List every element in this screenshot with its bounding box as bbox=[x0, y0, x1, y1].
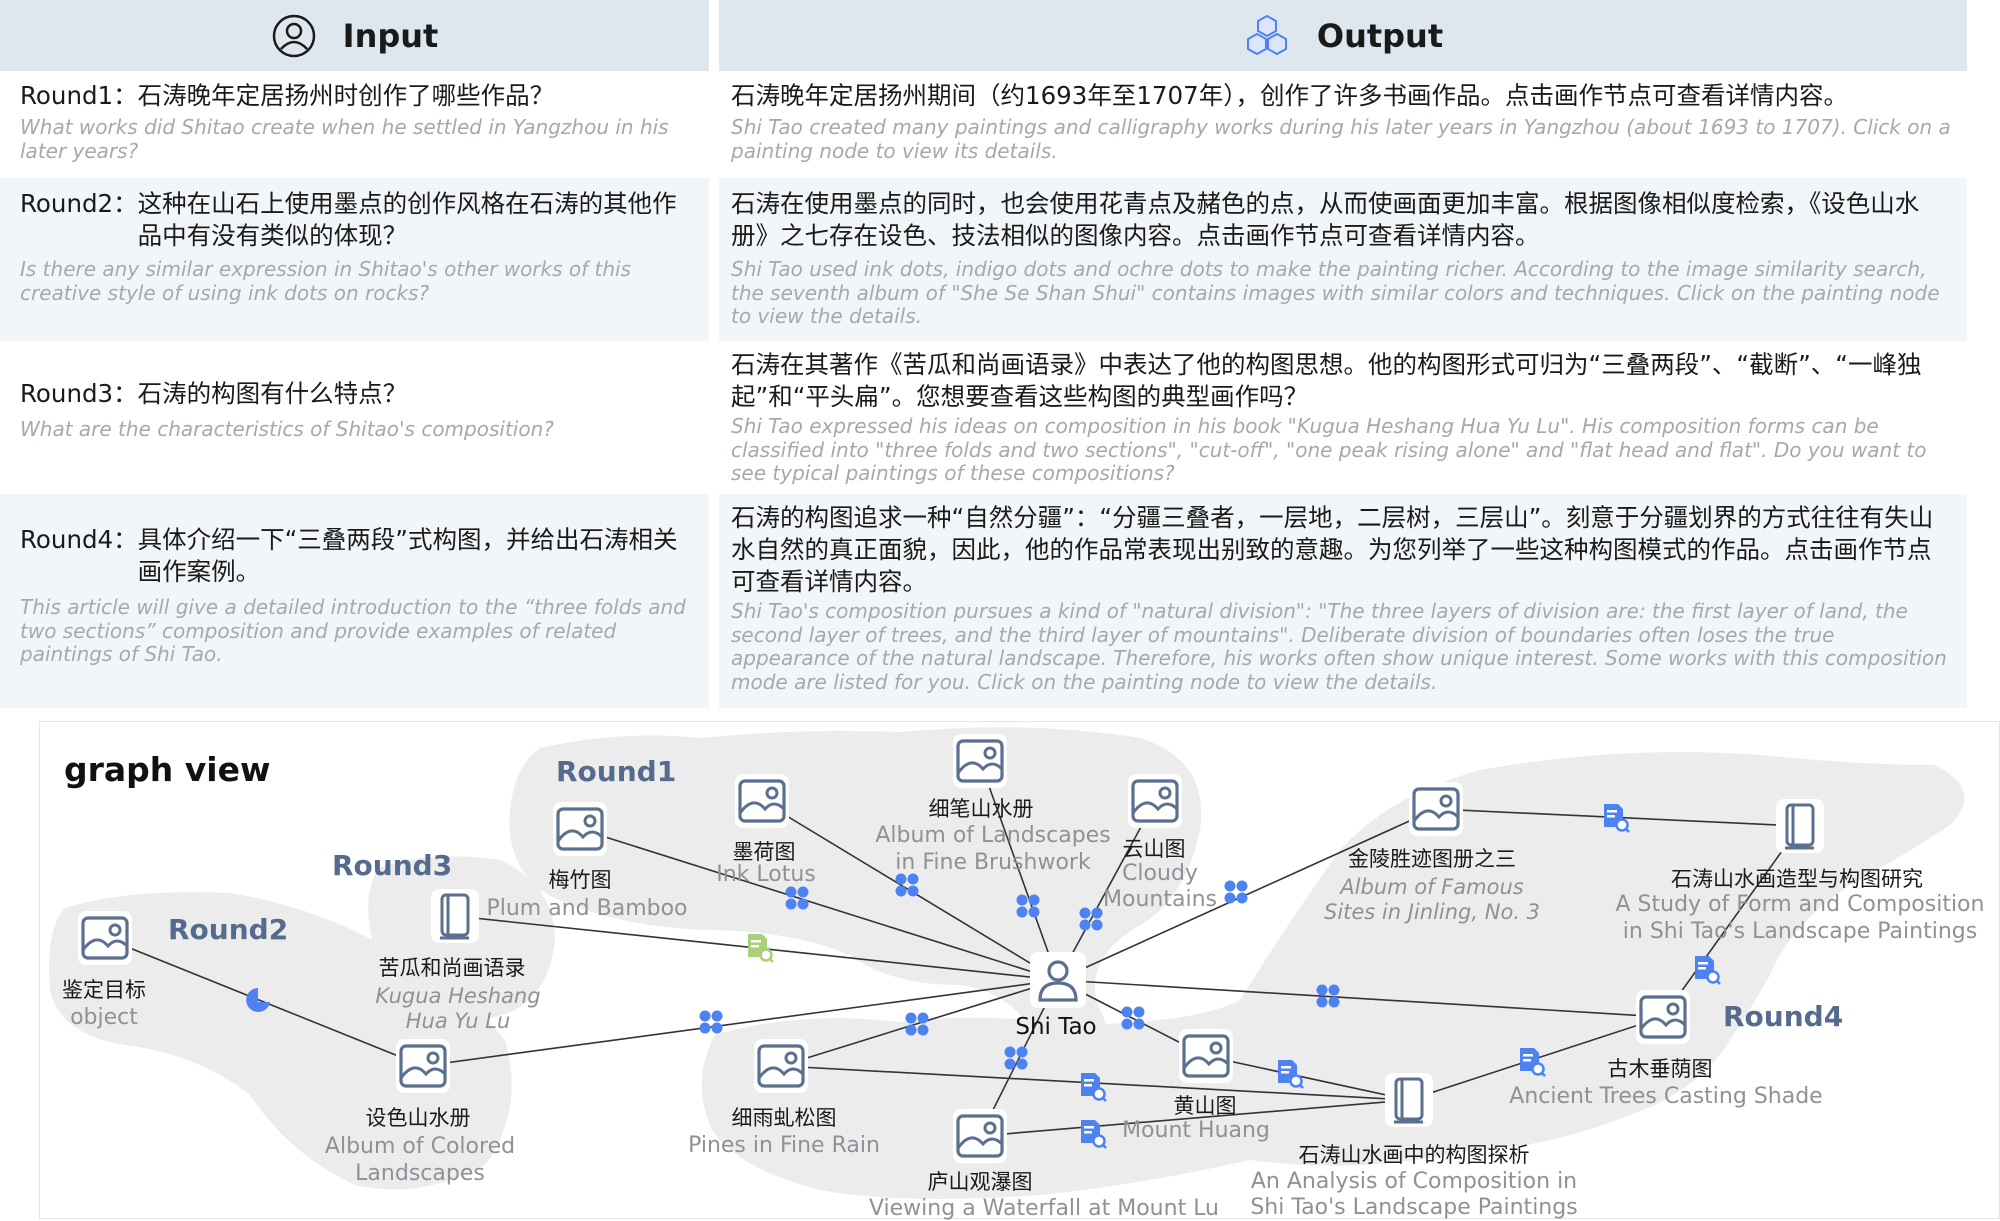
node-label-zh: 苦瓜和尚画语录 bbox=[379, 956, 526, 980]
painting-icon bbox=[551, 800, 609, 858]
node-label-zh: 鉴定目标 bbox=[62, 978, 146, 1002]
node-label-zh: 墨荷图 bbox=[733, 840, 796, 864]
node-label-en: Mountains bbox=[1103, 887, 1217, 912]
node-label-zh: 石涛山水画中的构图探析 bbox=[1299, 1143, 1530, 1167]
node-label-zh: 细笔山水册 bbox=[929, 797, 1034, 821]
node-label-en: in Fine Brushwork bbox=[895, 850, 1091, 875]
node-label-en: Album of Landscapes bbox=[875, 823, 1110, 848]
painting-icon bbox=[1407, 780, 1465, 838]
node-label-en: An Analysis of Composition in bbox=[1251, 1169, 1577, 1194]
node-label-en: Shi Tao's Landscape Paintings bbox=[1250, 1195, 1577, 1220]
node-label: Shi Tao bbox=[1015, 1014, 1096, 1040]
node-label-en: Cloudy bbox=[1122, 861, 1198, 886]
document-search-icon[interactable] bbox=[746, 932, 775, 964]
book-icon bbox=[1383, 1071, 1435, 1129]
knowledge-graph: Round1 Round2 Round3 Round4 Shi Tao 梅竹图 … bbox=[49, 727, 1985, 1221]
node-label-en: Kugua Heshang bbox=[375, 984, 540, 1008]
painting-icon bbox=[951, 732, 1009, 790]
person-icon bbox=[1028, 950, 1088, 1010]
node-label-en: Plum and Bamboo bbox=[486, 896, 687, 921]
painting-icon bbox=[1126, 772, 1184, 830]
node-label-en: Ancient Trees Casting Shade bbox=[1509, 1084, 1822, 1109]
graph-view-title: graph view bbox=[64, 750, 271, 789]
node-label-en: Mount Huang bbox=[1122, 1118, 1270, 1143]
node-label-zh: 金陵胜迹图册之三 bbox=[1348, 847, 1516, 871]
node-label-en: Album of Famous bbox=[1338, 875, 1523, 899]
book-icon bbox=[1774, 797, 1826, 855]
node-label-zh: 云山图 bbox=[1123, 837, 1186, 861]
node-label-en: Sites in Jinling, No. 3 bbox=[1324, 900, 1540, 924]
round4-label: Round4 bbox=[1723, 1000, 1843, 1033]
round3-label: Round3 bbox=[332, 849, 452, 882]
node-label-en: Ink Lotus bbox=[716, 862, 816, 887]
node-label-en: Landscapes bbox=[355, 1161, 485, 1186]
node-label-en: Pines in Fine Rain bbox=[688, 1133, 880, 1158]
painting-icon bbox=[76, 909, 134, 967]
node-label-zh: 石涛山水画造型与构图研究 bbox=[1671, 867, 1923, 891]
node-label-zh: 黄山图 bbox=[1174, 1094, 1237, 1118]
painting-icon bbox=[733, 772, 791, 830]
node-label-zh: 庐山观瀑图 bbox=[928, 1170, 1033, 1194]
node-label-en: A Study of Form and Composition bbox=[1616, 892, 1985, 917]
relation-icon[interactable] bbox=[699, 1010, 723, 1034]
node-label-zh: 梅竹图 bbox=[549, 868, 612, 892]
painting-icon bbox=[752, 1037, 810, 1095]
node-label-en: Album of Colored bbox=[325, 1134, 515, 1159]
node-label-zh: 设色山水册 bbox=[366, 1106, 471, 1130]
painting-icon bbox=[951, 1107, 1009, 1165]
node-label-zh: 古木垂荫图 bbox=[1608, 1057, 1713, 1081]
painting-icon bbox=[1634, 988, 1692, 1046]
painting-icon bbox=[394, 1037, 452, 1095]
round1-label: Round1 bbox=[556, 755, 676, 788]
node-label-en: Viewing a Waterfall at Mount Lu bbox=[869, 1196, 1219, 1221]
painting-icon bbox=[1177, 1027, 1235, 1085]
book-icon bbox=[429, 887, 481, 945]
round2-label: Round2 bbox=[168, 913, 288, 946]
node-label-en: Hua Yu Lu bbox=[406, 1009, 511, 1033]
node-label-zh: 细雨虬松图 bbox=[732, 1106, 837, 1130]
node-label-en: object bbox=[70, 1005, 138, 1030]
node-label-en: in Shi Tao's Landscape Paintings bbox=[1623, 919, 1977, 944]
